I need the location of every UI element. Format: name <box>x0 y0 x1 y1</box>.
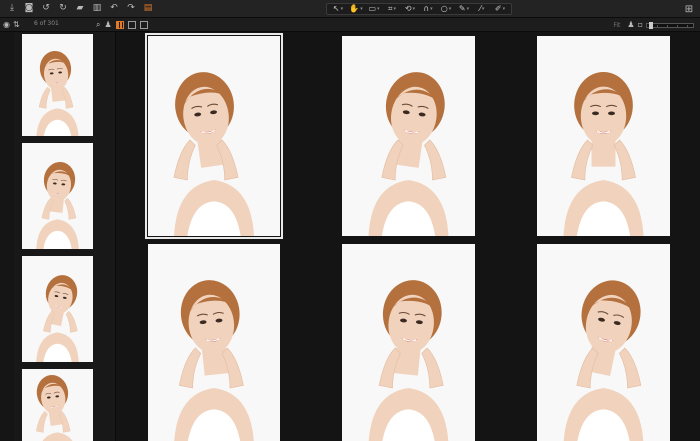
chevron-down-icon: ▾ <box>340 5 344 12</box>
thumbnail-size-slider[interactable] <box>646 21 694 29</box>
small-thumb-icon[interactable]: ▫ <box>638 21 643 29</box>
filmstrip-thumbnail[interactable] <box>22 369 93 441</box>
list-view-button[interactable] <box>127 21 136 29</box>
cursor-tools-group: ↖ ▾ ✋ ▾ ▭ ▾ ⌗ ▾ ⟲ ▾ ∩ ▾ ○ ▾ ✎ ▾ ⁄ ▾ ✐ ▾ <box>326 3 512 15</box>
layout-icon[interactable]: ⊞ <box>683 3 695 15</box>
eye-icon[interactable]: ◉ <box>3 21 10 29</box>
filmstrip-view-button[interactable] <box>139 21 148 29</box>
filmstrip-panel <box>0 32 116 441</box>
import-icon[interactable]: ⤓ <box>6 3 18 15</box>
portrait-photo <box>537 244 670 441</box>
chevron-down-icon: ▾ <box>430 5 433 12</box>
brush-tool[interactable]: ✎ ▾ <box>457 4 471 14</box>
user-icon[interactable]: ♟ <box>104 21 111 29</box>
image-counter: 6 of 301 <box>34 20 59 27</box>
hand-icon[interactable]: ▤ <box>142 3 154 15</box>
spot-tool[interactable]: ○ ▾ <box>439 4 453 14</box>
portrait-photo <box>537 36 670 236</box>
thumbnail-size-controls: Fit ♟ ▫ <box>613 20 694 30</box>
portrait-photo <box>342 244 475 441</box>
image-browser-grid <box>116 32 700 441</box>
toolbar-left-group: ⤓ ◙ ↺ ↻ ▰ ▥ ↶ ↷ ▤ <box>0 3 154 15</box>
chevron-down-icon: ▾ <box>393 5 397 12</box>
grid-view-button[interactable] <box>115 21 124 29</box>
portrait-photo <box>148 244 280 441</box>
keystone-tool[interactable]: ∩ ▾ <box>421 4 435 14</box>
portrait-photo <box>22 369 93 441</box>
select-tool[interactable]: ↖ ▾ <box>331 4 345 14</box>
image-thumbnail[interactable] <box>342 36 475 236</box>
filmstrip-scrollbar[interactable] <box>0 32 14 441</box>
picker-tool[interactable]: ⁄ ▾ <box>475 4 489 14</box>
folder-icon[interactable]: ▰ <box>74 3 86 15</box>
chevron-down-icon: ▾ <box>448 5 452 12</box>
camera-icon[interactable]: ◙ <box>23 3 35 15</box>
view-mode-group: ⌕ ♟ <box>96 19 148 31</box>
rotate-right-icon[interactable]: ↻ <box>57 3 69 15</box>
capture-one-window: ⤓ ◙ ↺ ↻ ▰ ▥ ↶ ↷ ▤ ↖ ▾ ✋ ▾ ▭ ▾ ⌗ ▾ ⟲ ▾ ∩ ▾ ○ ▾ ✎ ▾ ⁄ ▾ ✐ ▾ ⊞… <box>0 0 700 441</box>
user-small-icon[interactable]: ♟ <box>627 21 634 29</box>
browser-toolbar: ◉ ⇅ 6 of 301 ⌕ ♟ Fit ♟ ▫ <box>0 18 700 32</box>
rotate-left-icon[interactable]: ↺ <box>40 3 52 15</box>
image-thumbnail[interactable] <box>148 244 280 441</box>
portrait-photo <box>148 36 280 236</box>
pan-tool[interactable]: ✋ ▾ <box>349 4 363 14</box>
filmstrip-thumbnail[interactable] <box>22 143 93 249</box>
redo-icon[interactable]: ↷ <box>125 3 137 15</box>
portrait-photo <box>22 34 93 136</box>
trash-icon[interactable]: ▥ <box>91 3 103 15</box>
undo-icon[interactable]: ↶ <box>108 3 120 15</box>
crop-tool[interactable]: ⌗ ▾ <box>385 4 399 14</box>
image-thumbnail[interactable] <box>537 36 670 236</box>
main-toolbar: ⤓ ◙ ↺ ↻ ▰ ▥ ↶ ↷ ▤ ↖ ▾ ✋ ▾ ▭ ▾ ⌗ ▾ ⟲ ▾ ∩ ▾ ○ ▾ ✎ ▾ ⁄ ▾ ✐ ▾ ⊞ <box>0 0 700 18</box>
chevron-down-icon: ▾ <box>377 5 380 12</box>
fit-label: Fit <box>613 21 621 29</box>
chevron-down-icon: ▾ <box>466 5 470 12</box>
filmstrip-thumbnail[interactable] <box>22 34 93 136</box>
image-thumbnail[interactable] <box>537 244 670 441</box>
chevron-down-icon: ▾ <box>502 5 506 12</box>
browser-toolbar-left: ◉ ⇅ <box>3 19 20 31</box>
search-icon[interactable]: ⌕ <box>96 21 100 29</box>
slider-knob[interactable] <box>649 21 653 29</box>
annotate-tool[interactable]: ✐ ▾ <box>493 4 507 14</box>
chevron-down-icon: ▾ <box>481 5 485 12</box>
rotate-tool[interactable]: ⟲ ▾ <box>403 4 417 14</box>
chevron-down-icon: ▾ <box>412 5 416 12</box>
portrait-photo <box>342 36 475 236</box>
image-thumbnail[interactable] <box>145 33 283 239</box>
loupe-tool[interactable]: ▭ ▾ <box>367 4 381 14</box>
sort-icon[interactable]: ⇅ <box>13 21 20 29</box>
portrait-photo <box>22 143 93 249</box>
chevron-down-icon: ▾ <box>360 5 363 12</box>
portrait-photo <box>22 256 93 362</box>
image-thumbnail[interactable] <box>342 244 475 441</box>
filmstrip-thumbnail[interactable] <box>22 256 93 362</box>
